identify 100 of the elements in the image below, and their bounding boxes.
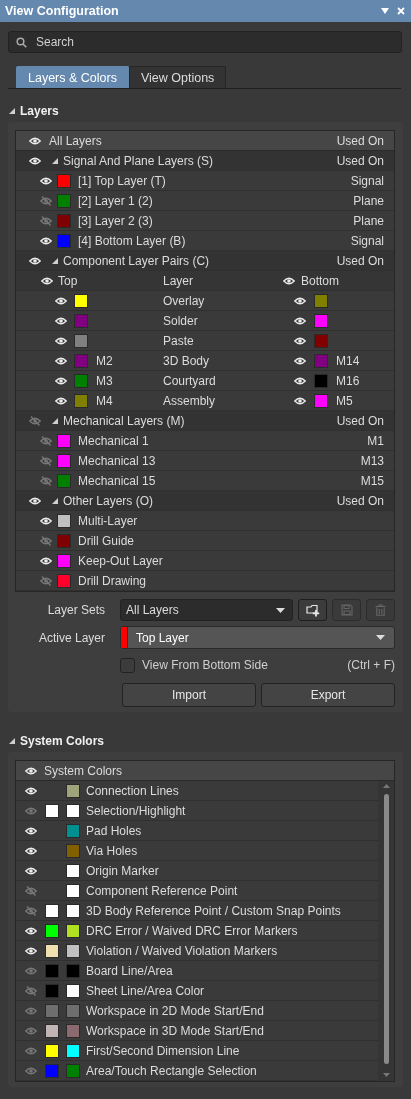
layer-row[interactable]: Multi-Layer [16,511,394,531]
color-swatch[interactable] [66,923,80,938]
color-row[interactable]: Component Reference Point [16,881,378,901]
color-swatch[interactable] [45,1003,59,1018]
color-swatch[interactable] [45,943,59,958]
color-swatch[interactable] [74,313,88,328]
color-swatch[interactable] [45,1063,59,1078]
eye-icon[interactable] [40,175,52,186]
color-swatch[interactable] [66,943,80,958]
caret-icon[interactable] [52,497,58,504]
color-swatch[interactable] [45,1023,59,1038]
eye-icon[interactable] [25,765,37,776]
color-swatch[interactable] [314,313,328,328]
color-row[interactable]: Origin Marker [16,861,378,881]
color-swatch[interactable] [66,783,80,798]
color-swatch[interactable] [74,373,88,388]
color-swatch[interactable] [57,533,71,548]
eye-icon[interactable] [25,945,37,956]
color-row[interactable]: Via Holes [16,841,378,861]
color-swatch[interactable] [66,1023,80,1038]
eye-slash-icon[interactable] [40,435,52,446]
layer-row[interactable]: [2] Layer 1 (2) Plane [16,191,394,211]
action-button[interactable]: Import [122,683,256,707]
eye-icon[interactable] [294,315,306,326]
caret-icon[interactable] [52,157,58,164]
color-row[interactable]: Pad Holes [16,821,378,841]
icon-button[interactable] [298,599,327,621]
eye-slash-icon[interactable] [25,905,37,916]
color-swatch[interactable] [45,983,59,998]
tab[interactable]: View Options [128,66,227,88]
eye-icon[interactable] [29,155,41,166]
layer-pair-row[interactable]: Overlay [16,291,394,311]
layer-pair-row[interactable]: Paste [16,331,394,351]
eye-icon[interactable] [294,295,306,306]
layer-sets-dropdown[interactable]: All Layers [120,599,293,621]
dropdown-triangle-icon[interactable] [381,8,389,14]
color-swatch[interactable] [66,1043,80,1058]
color-swatch[interactable] [66,823,80,838]
color-swatch[interactable] [45,1043,59,1058]
eye-slash-icon[interactable] [40,215,52,226]
color-swatch[interactable] [45,963,59,978]
layer-row[interactable]: Mechanical 1 M1 [16,431,394,451]
color-swatch[interactable] [314,333,328,348]
color-swatch[interactable] [57,513,71,528]
layer-pair-row[interactable]: M3 Courtyard M16 [16,371,394,391]
eye-icon[interactable] [25,865,37,876]
color-swatch[interactable] [57,473,71,488]
layer-pair-row[interactable]: M4 Assembly M5 [16,391,394,411]
color-swatch[interactable] [314,393,328,408]
color-swatch[interactable] [66,863,80,878]
color-swatch[interactable] [57,213,71,228]
eye-icon[interactable] [294,355,306,366]
eye-icon[interactable] [55,395,67,406]
color-swatch[interactable] [66,1063,80,1078]
eye-slash-icon[interactable] [40,475,52,486]
layer-row[interactable]: Mechanical 15 M15 [16,471,394,491]
color-swatch[interactable] [66,883,80,898]
layer-pair-row[interactable]: Solder [16,311,394,331]
color-swatch[interactable] [66,1003,80,1018]
color-row[interactable]: DRC Error / Waived DRC Error Markers [16,921,378,941]
checkbox[interactable] [120,657,135,673]
eye-icon[interactable] [29,135,41,146]
color-swatch[interactable] [57,453,71,468]
eye-icon[interactable] [283,275,295,286]
layer-row[interactable]: Drill Drawing [16,571,394,591]
color-row[interactable]: Area/Touch Rectangle Selection [16,1061,378,1081]
layer-pair-row[interactable]: M2 3D Body M14 [16,351,394,371]
eye-icon[interactable] [25,785,37,796]
eye-icon[interactable] [294,395,306,406]
eye-icon[interactable] [55,335,67,346]
eye-slash-icon[interactable] [40,195,52,206]
color-swatch[interactable] [45,903,59,918]
color-swatch[interactable] [314,353,328,368]
color-row[interactable]: Connection Lines [16,781,378,801]
color-row[interactable]: First/Second Dimension Line [16,1041,378,1061]
color-swatch[interactable] [57,173,71,188]
caret-icon[interactable] [9,108,15,114]
eye-slash-icon[interactable] [40,455,52,466]
color-swatch[interactable] [314,293,328,308]
color-swatch[interactable] [66,903,80,918]
color-swatch[interactable] [74,353,88,368]
caret-icon[interactable] [52,417,58,424]
eye-slash-icon[interactable] [40,575,52,586]
close-icon[interactable] [397,7,405,15]
eye-icon[interactable] [29,495,41,506]
color-row[interactable]: Sheet Line/Area Color [16,981,378,1001]
color-swatch[interactable] [57,573,71,588]
layer-row[interactable]: Drill Guide [16,531,394,551]
color-row[interactable]: Board Line/Area [16,961,378,981]
eye-slash-icon[interactable] [25,885,37,896]
eye-icon[interactable] [55,375,67,386]
color-swatch[interactable] [57,233,71,248]
eye-icon[interactable] [55,295,67,306]
eye-icon[interactable] [29,255,41,266]
color-swatch[interactable] [57,553,71,568]
color-swatch[interactable] [66,983,80,998]
eye-icon[interactable] [25,845,37,856]
color-swatch[interactable] [57,193,71,208]
color-swatch[interactable] [314,373,328,388]
color-row[interactable]: 3D Body Reference Point / Custom Snap Points [16,901,378,921]
